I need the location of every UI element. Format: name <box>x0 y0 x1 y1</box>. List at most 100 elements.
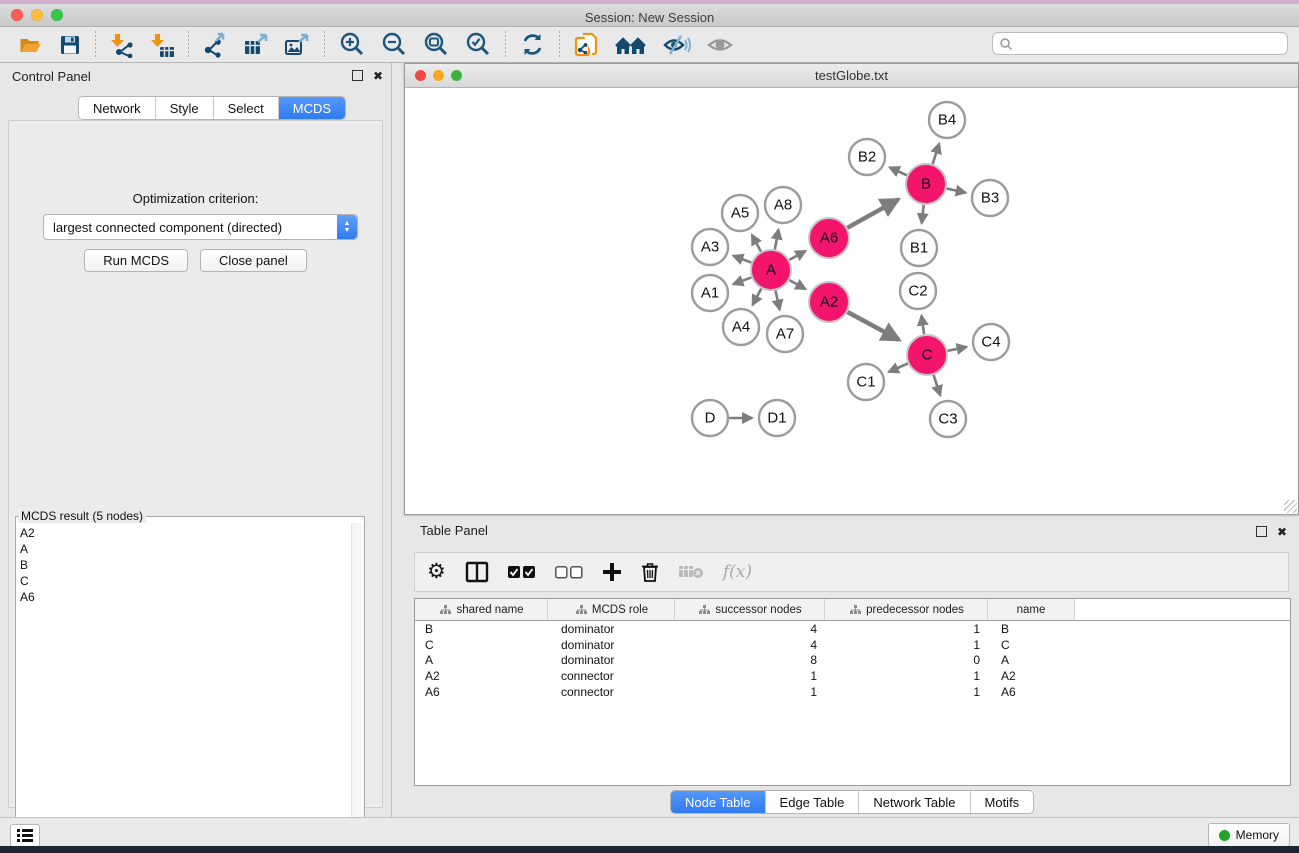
search-input[interactable] <box>1013 37 1287 51</box>
column-header-shared-name[interactable]: shared name <box>415 599 548 620</box>
node-D[interactable]: D <box>692 400 728 436</box>
float-table-panel-icon[interactable] <box>1256 526 1267 537</box>
node-B[interactable]: B <box>906 164 946 204</box>
column-header-MCDS-role[interactable]: MCDS role <box>548 599 675 620</box>
table-row[interactable]: A6connector11A6 <box>415 684 1290 700</box>
result-item[interactable]: A6 <box>20 589 352 605</box>
tab-network-table[interactable]: Network Table <box>859 791 970 813</box>
export-network-icon[interactable] <box>202 31 229 59</box>
session-browser-icon[interactable] <box>615 31 647 59</box>
node-A5[interactable]: A5 <box>722 195 758 231</box>
result-scrollbar[interactable] <box>351 523 364 832</box>
add-row-icon[interactable] <box>602 562 622 582</box>
save-session-icon[interactable] <box>58 31 82 59</box>
delete-row-icon[interactable] <box>641 562 659 583</box>
edge-A-A2[interactable] <box>789 280 805 289</box>
column-header-name[interactable]: name <box>988 599 1075 620</box>
edge-B-B3[interactable] <box>947 188 966 192</box>
show-eye-icon[interactable] <box>705 31 735 59</box>
edge-A-A5[interactable] <box>752 235 761 252</box>
edge-A-A6[interactable] <box>789 251 805 260</box>
criterion-dropdown[interactable]: largest connected component (directed) ▲… <box>43 214 358 240</box>
node-B3[interactable]: B3 <box>972 180 1008 216</box>
hide-eye-icon[interactable] <box>661 31 691 59</box>
tab-edge-table[interactable]: Edge Table <box>766 791 860 813</box>
node-A8[interactable]: A8 <box>765 187 801 223</box>
edge-C-C1[interactable] <box>889 363 908 371</box>
tab-mcds[interactable]: MCDS <box>279 97 345 119</box>
network-canvas[interactable]: A A1 A2 A3 A4 A5 A6 A7 A8 B B1 B2 B3 B4 C C1 C2 C3 C4 D D1 <box>405 88 1296 512</box>
show-columns-icon[interactable] <box>465 561 489 583</box>
close-table-panel-icon[interactable]: ✖ <box>1277 527 1287 537</box>
resize-grip-icon[interactable] <box>1284 500 1297 513</box>
select-all-icon[interactable] <box>508 566 536 579</box>
edge-B-B4[interactable] <box>933 144 940 165</box>
export-table-icon[interactable] <box>243 31 270 59</box>
node-A6[interactable]: A6 <box>809 218 849 258</box>
clone-network-icon[interactable] <box>573 31 601 59</box>
float-panel-icon[interactable] <box>352 70 363 81</box>
node-D1[interactable]: D1 <box>759 400 795 436</box>
node-B4[interactable]: B4 <box>929 102 965 138</box>
node-C2[interactable]: C2 <box>900 273 936 309</box>
edge-B-B2[interactable] <box>890 167 907 175</box>
node-A[interactable]: A <box>751 250 791 290</box>
zoom-out-icon[interactable] <box>380 31 408 59</box>
node-A7[interactable]: A7 <box>767 316 803 352</box>
node-C[interactable]: C <box>907 335 947 375</box>
tab-network[interactable]: Network <box>79 97 156 119</box>
node-A1[interactable]: A1 <box>692 275 728 311</box>
tab-select[interactable]: Select <box>214 97 279 119</box>
tab-node-table[interactable]: Node Table <box>671 791 766 813</box>
tab-motifs[interactable]: Motifs <box>971 791 1034 813</box>
result-item[interactable]: A <box>20 541 352 557</box>
zoom-fit-icon[interactable] <box>422 31 450 59</box>
table-settings-icon[interactable]: ⚙ <box>427 562 446 582</box>
deselect-all-icon[interactable] <box>555 566 583 579</box>
node-table[interactable]: shared nameMCDS rolesuccessor nodesprede… <box>414 598 1291 786</box>
task-history-button[interactable] <box>10 824 40 847</box>
export-image-icon[interactable] <box>284 31 311 59</box>
zoom-in-icon[interactable] <box>338 31 366 59</box>
close-panel-icon[interactable]: ✖ <box>373 71 383 81</box>
node-A4[interactable]: A4 <box>723 309 759 345</box>
edge-C-C2[interactable] <box>921 316 924 335</box>
table-row[interactable]: Adominator80A <box>415 653 1290 669</box>
zoom-selected-icon[interactable] <box>464 31 492 59</box>
edge-A-A3[interactable] <box>733 256 751 263</box>
column-header-successor-nodes[interactable]: successor nodes <box>675 599 825 620</box>
run-mcds-button[interactable]: Run MCDS <box>84 249 188 272</box>
result-item[interactable]: A2 <box>20 525 352 541</box>
node-C1[interactable]: C1 <box>848 364 884 400</box>
result-item[interactable]: C <box>20 573 352 589</box>
table-row[interactable]: Cdominator41C <box>415 637 1290 653</box>
node-B2[interactable]: B2 <box>849 139 885 175</box>
result-item[interactable]: B <box>20 557 352 573</box>
edge-A-A7[interactable] <box>775 291 779 310</box>
network-graph[interactable]: A A1 A2 A3 A4 A5 A6 A7 A8 B B1 B2 B3 B4 C C1 C2 C3 C4 D D1 <box>405 88 1296 512</box>
edge-C-C4[interactable] <box>948 347 967 351</box>
network-window-titlebar[interactable]: testGlobe.txt <box>405 64 1298 88</box>
node-A2[interactable]: A2 <box>809 282 849 322</box>
edge-A-A8[interactable] <box>775 229 779 249</box>
table-row[interactable]: A2connector11A2 <box>415 668 1290 684</box>
search-box[interactable] <box>992 32 1288 55</box>
tab-style[interactable]: Style <box>156 97 214 119</box>
memory-button[interactable]: Memory <box>1208 823 1290 847</box>
node-B1[interactable]: B1 <box>901 230 937 266</box>
table-row[interactable]: Bdominator41B <box>415 621 1290 637</box>
edge-A-A4[interactable] <box>753 289 762 306</box>
close-panel-button[interactable]: Close panel <box>200 249 307 272</box>
node-C3[interactable]: C3 <box>930 401 966 437</box>
edge-A6-B[interactable] <box>847 199 898 227</box>
import-network-icon[interactable] <box>109 31 135 59</box>
edge-C-C3[interactable] <box>934 375 941 396</box>
edge-A2-C[interactable] <box>847 312 899 340</box>
edge-B-B1[interactable] <box>922 205 924 224</box>
node-A3[interactable]: A3 <box>692 229 728 265</box>
import-table-icon[interactable] <box>149 31 175 59</box>
column-header-predecessor-nodes[interactable]: predecessor nodes <box>825 599 988 620</box>
open-file-icon[interactable] <box>17 31 44 59</box>
node-C4[interactable]: C4 <box>973 324 1009 360</box>
refresh-view-icon[interactable] <box>519 31 546 59</box>
